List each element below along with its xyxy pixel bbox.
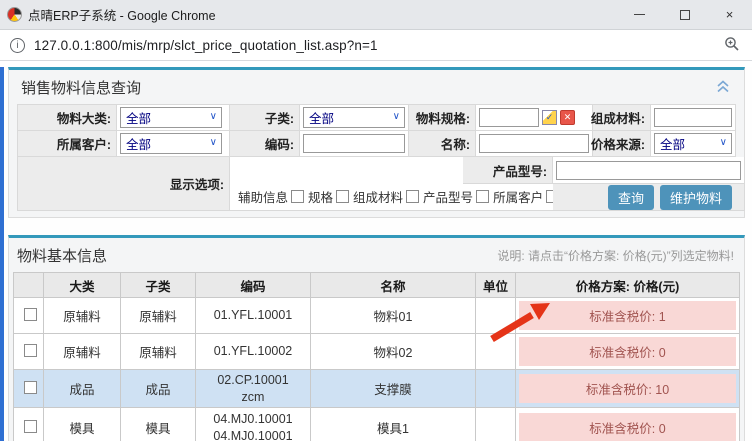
material-label: 组成材料: [593,105,651,131]
close-icon: × [726,7,734,22]
material-panel-title: 物料基本信息 [17,245,107,266]
price-cell[interactable]: 标准含税价: 10 [519,374,736,403]
page-content: 销售物料信息查询 物料大类: 全部∨ 子类: 全部∨ 物料规格: ✓ ✕ 组成材… [0,67,752,441]
option-aux-info[interactable]: 辅助信息 [238,187,304,206]
table-row: 模具 模具 04.MJ0.10001 04.MJ0.10001 模具1 标准含税… [14,408,740,441]
customer-select[interactable]: 全部∨ [120,133,222,154]
header-code: 编码 [196,273,311,298]
code-label: 编码: [230,131,300,157]
chevron-down-icon: ∨ [393,111,400,122]
checkbox[interactable] [291,190,304,203]
chevron-down-icon: ∨ [210,137,217,148]
spec-clear-icon[interactable]: ✕ [560,110,575,125]
price-cell[interactable]: 标准含税价: 0 [519,413,736,441]
price-source-label: 价格来源: [593,131,651,157]
zoom-in-icon[interactable] [724,36,740,55]
product-model-input[interactable] [556,161,741,180]
annotation-arrow [486,297,558,345]
material-panel: 物料基本信息 说明: 请点击“价格方案: 价格(元)”列选定物料! 大类 子类 … [8,235,745,441]
spec-input[interactable] [479,108,539,127]
material-table: 大类 子类 编码 名称 单位 价格方案: 价格(元) 原辅料 原辅料 01.YF… [13,272,740,441]
header-price-plan: 价格方案: 价格(元) [516,273,740,298]
window-title: 点晴ERP子系统 - Google Chrome [28,5,216,24]
minimize-icon [634,14,645,15]
product-model-label: 产品型号: [463,157,553,184]
option-customer[interactable]: 所属客户 [493,187,559,206]
checkbox[interactable] [406,190,419,203]
table-row: 原辅料 原辅料 01.YFL.10001 物料01 标准含税价: 1 [14,298,740,334]
material-input[interactable] [654,108,732,127]
header-checkbox [14,273,44,298]
name-label: 名称: [409,131,476,157]
category-select[interactable]: 全部∨ [120,107,222,128]
selection-note: 说明: 请点击“价格方案: 价格(元)”列选定物料! [497,247,738,264]
url-text[interactable]: 127.0.0.1:800/mis/mrp/slct_price_quotati… [34,38,378,53]
close-button[interactable]: × [707,0,752,29]
header-unit: 单位 [476,273,516,298]
collapse-icon[interactable] [716,80,730,96]
option-model[interactable]: 产品型号 [423,187,489,206]
option-spec[interactable]: 规格 [308,187,349,206]
subcategory-label: 子类: [230,105,300,131]
spec-picker-icon[interactable]: ✓ [542,110,557,125]
chevron-down-icon: ∨ [720,137,727,148]
header-category: 大类 [44,273,121,298]
subcategory-select[interactable]: 全部∨ [303,107,405,128]
query-button[interactable]: 查询 [608,185,654,210]
header-subcategory: 子类 [121,273,196,298]
row-checkbox[interactable] [24,308,37,321]
table-header-row: 大类 子类 编码 名称 单位 价格方案: 价格(元) [14,273,740,298]
header-name: 名称 [311,273,476,298]
option-material[interactable]: 组成材料 [353,187,419,206]
category-label: 物料大类: [18,105,117,131]
address-bar[interactable]: i 127.0.0.1:800/mis/mrp/slct_price_quota… [0,30,752,61]
name-input[interactable] [479,134,589,153]
maximize-icon [680,10,690,20]
chevron-down-icon: ∨ [210,111,217,122]
table-row: 原辅料 原辅料 01.YFL.10002 物料02 标准含税价: 0 [14,334,740,370]
display-options-label: 显示选项: [18,157,230,211]
code-input[interactable] [303,134,405,153]
table-row: 成品 成品 02.CP.10001 zcm 支撑膜 标准含税价: 10 [14,370,740,408]
price-source-select[interactable]: 全部∨ [654,133,732,154]
spec-label: 物料规格: [409,105,476,131]
row-checkbox[interactable] [24,420,37,433]
row-checkbox[interactable] [24,381,37,394]
checkbox[interactable] [476,190,489,203]
app-favicon [7,7,22,22]
maximize-button[interactable] [662,0,707,29]
maintain-material-button[interactable]: 维护物料 [660,185,732,210]
query-panel-title: 销售物料信息查询 [21,77,141,98]
window-controls: × [617,0,752,29]
minimize-button[interactable] [617,0,662,29]
customer-label: 所属客户: [18,131,117,157]
row-checkbox[interactable] [24,344,37,357]
left-accent-strip [0,67,4,441]
query-form: 物料大类: 全部∨ 子类: 全部∨ 物料规格: ✓ ✕ 组成材料: 所属客户: … [17,104,736,211]
window-titlebar: 点晴ERP子系统 - Google Chrome × [0,0,752,30]
page-info-icon[interactable]: i [10,38,25,53]
checkbox[interactable] [336,190,349,203]
query-panel: 销售物料信息查询 物料大类: 全部∨ 子类: 全部∨ 物料规格: ✓ ✕ 组成材… [8,67,745,218]
